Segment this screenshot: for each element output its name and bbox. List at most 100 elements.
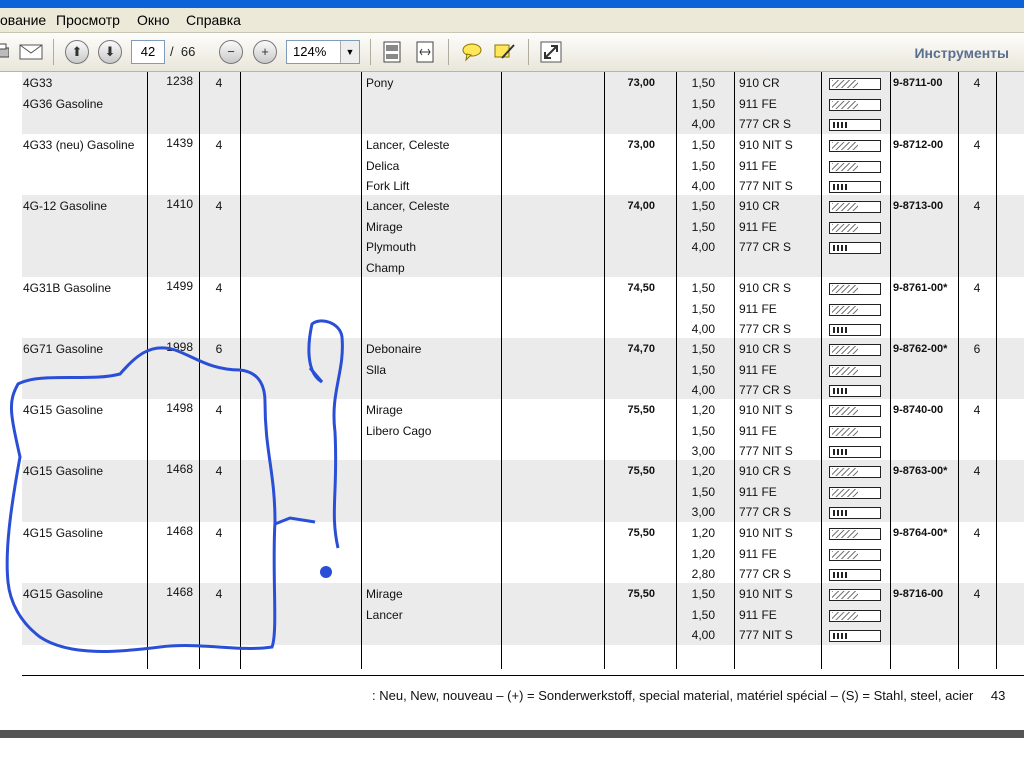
column-rule: [199, 72, 200, 669]
toolbar-separator: [448, 39, 449, 65]
ring-code: 777 CR S: [739, 117, 792, 131]
menu-view[interactable]: Просмотр: [56, 12, 120, 28]
zoom-out-button[interactable]: −: [219, 39, 243, 65]
ring-code: 911 FE: [739, 607, 777, 622]
toolbar-separator: [53, 39, 54, 65]
fit-page-button[interactable]: [380, 39, 404, 65]
ring-code: 777 CR S: [739, 383, 792, 397]
vehicle-model: Lancer, Celeste: [366, 199, 450, 213]
oil-ring-diagram: [829, 119, 881, 131]
print-button[interactable]: [0, 39, 10, 65]
oil-ring-diagram: [829, 385, 881, 397]
ring-code: 777 CR S: [739, 240, 792, 254]
status-area: [0, 738, 1024, 768]
oil-ring-diagram: [829, 446, 881, 458]
quantity-value: 4: [973, 403, 981, 417]
column-rule: [147, 72, 148, 669]
ring-code: 910 NIT S: [739, 138, 793, 152]
part-number: 9-8713-00: [893, 200, 944, 212]
page-separator: /: [170, 44, 174, 59]
ring-height: 2,80: [691, 567, 715, 581]
toolbar-separator: [370, 39, 371, 65]
ring-code: 777 CR S: [739, 322, 792, 336]
engine-name: 4G36 Gasoline: [23, 96, 104, 111]
ring-code: 911 FE: [739, 301, 777, 316]
ring-height: 1,50: [691, 199, 715, 213]
oil-ring-diagram: [829, 181, 881, 193]
column-rule: [604, 72, 605, 669]
page-number-input[interactable]: 42: [131, 40, 165, 64]
displacement-value: 1468: [166, 524, 193, 538]
cylinders-value: 4: [215, 464, 223, 478]
bore-value: 74,00: [627, 200, 655, 212]
engine-name: 6G71 Gasoline: [23, 342, 104, 356]
cylinders-value: 4: [215, 587, 223, 601]
legend-footnote: : Neu, New, nouveau – (+) = Sonderwerkst…: [372, 688, 1005, 703]
menu-help[interactable]: Справка: [186, 12, 241, 28]
vehicle-model: Champ: [366, 260, 405, 275]
displacement-value: 1468: [166, 462, 193, 476]
toolbar-separator: [528, 39, 529, 65]
displacement-value: 1439: [166, 136, 193, 150]
menu-edit[interactable]: ование: [0, 12, 46, 28]
horizontal-scrollbar[interactable]: [0, 730, 1024, 738]
part-number: 9-8763-00*: [893, 465, 948, 477]
ring-code: 910 CR S: [739, 464, 792, 478]
displacement-value: 1998: [166, 340, 193, 354]
email-button[interactable]: [18, 39, 44, 65]
ring-height: 4,00: [691, 179, 715, 193]
ring-height: 1,50: [691, 76, 715, 90]
vehicle-model: Mirage: [366, 587, 403, 601]
bore-value: 74,50: [627, 282, 655, 294]
vehicle-model: Mirage: [366, 219, 403, 234]
scribble-dot: [320, 566, 332, 578]
chevron-down-icon[interactable]: ▼: [340, 41, 359, 63]
ring-code: 910 NIT S: [739, 587, 793, 601]
zoom-in-icon: +: [253, 40, 277, 64]
comment-button[interactable]: [459, 39, 485, 65]
prev-page-button[interactable]: ⬆: [65, 39, 89, 65]
ring-height: 3,00: [691, 505, 715, 519]
zoom-in-button[interactable]: +: [253, 39, 277, 65]
ring-code: 910 CR: [739, 76, 780, 90]
oil-ring-diagram: [829, 507, 881, 519]
fit-width-button[interactable]: [413, 39, 437, 65]
zoom-select[interactable]: 124% ▼: [286, 40, 360, 64]
column-rule: [501, 72, 502, 669]
comment-icon: [462, 43, 482, 62]
menu-window[interactable]: Окно: [137, 12, 170, 28]
quantity-value: 4: [973, 464, 981, 478]
displacement-value: 1410: [166, 197, 193, 211]
engine-name: 4G15 Gasoline: [23, 526, 104, 540]
cylinders-value: 4: [215, 526, 223, 540]
markup-button[interactable]: [492, 39, 518, 65]
zoom-value: 124%: [293, 44, 327, 59]
column-rule: [361, 72, 362, 669]
compression-ring-diagram: [829, 201, 881, 213]
ring-height: 1,50: [691, 342, 715, 356]
ring-height: 4,00: [691, 117, 715, 131]
part-number: 9-8740-00: [893, 404, 944, 416]
tools-panel-button[interactable]: Инструменты: [914, 45, 1009, 61]
ring-code: 777 NIT S: [739, 628, 793, 642]
column-rule: [821, 72, 822, 669]
compression-ring-diagram: [829, 344, 881, 356]
ring-height: 1,50: [691, 607, 715, 622]
ring-code: 911 FE: [739, 158, 777, 173]
quantity-value: 4: [973, 199, 981, 213]
ring-code: 911 FE: [739, 96, 777, 111]
compression-ring-diagram: [829, 303, 881, 316]
part-number: 9-8762-00*: [893, 343, 948, 355]
ring-code: 911 FE: [739, 219, 777, 234]
ring-height: 4,00: [691, 322, 715, 336]
vehicle-model: Plymouth: [366, 240, 417, 254]
engine-name: 4G33 (neu) Gasoline: [23, 138, 135, 152]
fullscreen-button[interactable]: [539, 39, 563, 65]
compression-ring-diagram: [829, 589, 881, 601]
ring-height: 4,00: [691, 240, 715, 254]
compression-ring-diagram: [829, 160, 881, 173]
engine-name: 4G31B Gasoline: [23, 281, 112, 295]
quantity-value: 4: [973, 76, 981, 90]
next-page-button[interactable]: ⬇: [98, 39, 122, 65]
quantity-value: 4: [973, 281, 981, 295]
